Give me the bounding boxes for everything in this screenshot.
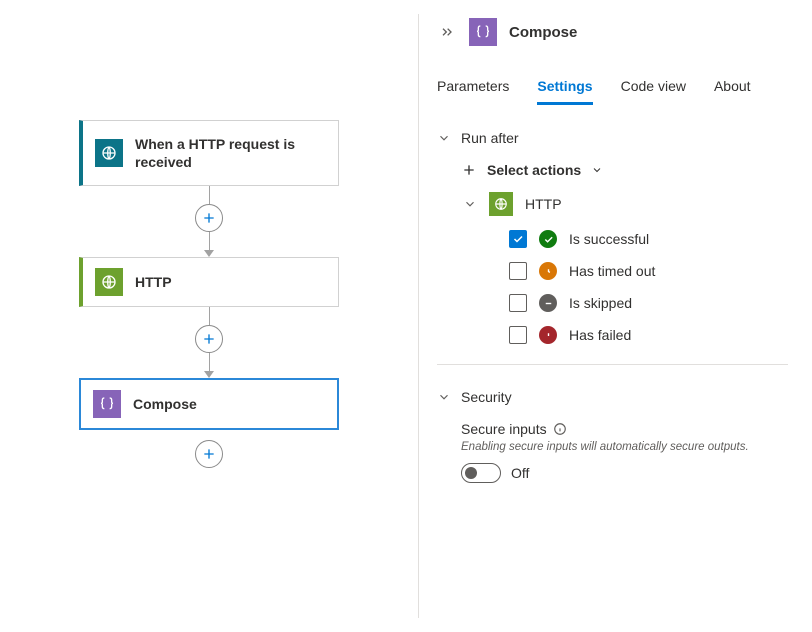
connector — [195, 307, 223, 378]
select-actions-button[interactable]: Select actions — [461, 162, 788, 178]
secure-inputs-label: Secure inputs — [461, 421, 547, 437]
globe-icon — [95, 268, 123, 296]
checkbox-skipped[interactable] — [509, 294, 527, 312]
check-circle-icon — [539, 230, 557, 248]
tab-about[interactable]: About — [714, 70, 751, 105]
section-run-after: Run after Select actions HTTP — [437, 130, 788, 344]
exclamation-circle-icon — [539, 326, 557, 344]
braces-icon — [93, 390, 121, 418]
node-http-label: HTTP — [135, 273, 172, 291]
status-failed: Has failed — [509, 326, 788, 344]
node-trigger[interactable]: When a HTTP request is received — [79, 120, 339, 186]
select-actions-label: Select actions — [487, 162, 581, 178]
chevron-down-icon — [437, 390, 451, 404]
panel-title: Compose — [509, 24, 577, 41]
tab-parameters[interactable]: Parameters — [437, 70, 509, 105]
secure-inputs-value: Off — [511, 465, 529, 481]
add-step-button[interactable] — [195, 440, 223, 468]
connector — [195, 186, 223, 257]
chevron-down-icon — [437, 131, 451, 145]
run-after-http-toggle[interactable]: HTTP — [463, 192, 788, 216]
section-security-toggle[interactable]: Security — [437, 389, 788, 405]
info-icon[interactable] — [553, 422, 567, 436]
tab-code-view[interactable]: Code view — [621, 70, 686, 105]
run-after-action-name: HTTP — [525, 196, 562, 212]
node-compose-label: Compose — [133, 395, 197, 413]
globe-icon — [95, 139, 123, 167]
status-successful-label: Is successful — [569, 231, 649, 247]
section-security: Security Secure inputs Enabling secure i… — [437, 364, 788, 483]
node-trigger-label: When a HTTP request is received — [135, 135, 326, 171]
status-timedout: Has timed out — [509, 262, 788, 280]
minus-circle-icon — [539, 294, 557, 312]
node-http[interactable]: HTTP — [79, 257, 339, 307]
clock-icon — [539, 262, 557, 280]
section-run-after-toggle[interactable]: Run after — [437, 130, 788, 146]
chevron-down-icon — [591, 164, 603, 176]
secure-inputs-help: Enabling secure inputs will automaticall… — [461, 441, 788, 453]
section-run-after-title: Run after — [461, 130, 519, 146]
properties-panel: Compose Parameters Settings Code view Ab… — [419, 0, 812, 632]
braces-icon — [469, 18, 497, 46]
secure-inputs-toggle[interactable]: Off — [461, 463, 788, 483]
status-skipped-label: Is skipped — [569, 295, 632, 311]
add-step-button[interactable] — [195, 325, 223, 353]
status-successful: Is successful — [509, 230, 788, 248]
panel-tabs: Parameters Settings Code view About — [437, 70, 788, 106]
checkbox-failed[interactable] — [509, 326, 527, 344]
flow-canvas: When a HTTP request is received HTTP — [0, 0, 418, 632]
section-security-title: Security — [461, 389, 512, 405]
plus-icon — [461, 162, 477, 178]
checkbox-timedout[interactable] — [509, 262, 527, 280]
chevron-down-icon — [463, 197, 477, 211]
node-compose[interactable]: Compose — [79, 378, 339, 430]
collapse-panel-button[interactable] — [437, 22, 457, 42]
tab-settings[interactable]: Settings — [537, 70, 592, 105]
connector — [195, 430, 223, 468]
status-timedout-label: Has timed out — [569, 263, 655, 279]
checkbox-successful[interactable] — [509, 230, 527, 248]
globe-icon — [489, 192, 513, 216]
status-failed-label: Has failed — [569, 327, 631, 343]
status-skipped: Is skipped — [509, 294, 788, 312]
add-step-button[interactable] — [195, 204, 223, 232]
